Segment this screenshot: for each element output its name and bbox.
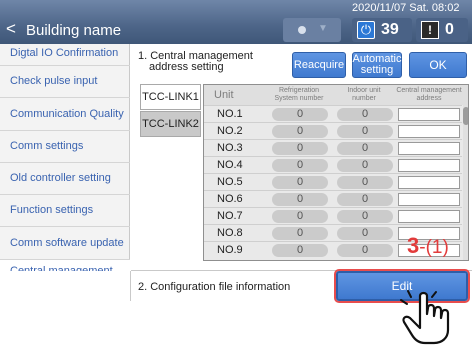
alarm-status[interactable]: ! 0 xyxy=(416,18,468,42)
refrigeration-value: 0 xyxy=(272,125,328,138)
table-row: NO.7 0 0 xyxy=(204,207,462,224)
table-row: NO.2 0 0 xyxy=(204,122,462,139)
step-annotation: 3-(1) xyxy=(407,233,449,259)
col-central-address: Central management address xyxy=(396,87,462,103)
sidebar-item-comm-quality[interactable]: Communication Quality xyxy=(0,98,130,131)
col-unit: Unit xyxy=(214,89,234,101)
sidebar-item-digital-io[interactable]: Digtal IO Confirmation xyxy=(0,42,130,66)
toggle-dot-icon xyxy=(298,26,306,34)
refrigeration-value: 0 xyxy=(272,176,328,189)
table-scrollbar[interactable] xyxy=(463,105,468,260)
step-number: 3 xyxy=(407,233,420,258)
building-name: Building name xyxy=(26,22,122,39)
chevron-down-icon: ▼ xyxy=(318,23,328,34)
refrigeration-value: 0 xyxy=(272,108,328,121)
row-unit-label: NO.2 xyxy=(217,125,243,137)
row-unit-label: NO.6 xyxy=(217,193,243,205)
col-refrigeration-line2: System number xyxy=(274,95,324,102)
reacquire-button[interactable]: Reacquire xyxy=(292,52,346,78)
col-refrigeration-line1: Refrigeration xyxy=(278,87,320,94)
tab-tcc-link2[interactable]: TCC-LINK2 xyxy=(140,111,201,137)
col-refrigeration: Refrigeration System number xyxy=(270,87,328,103)
power-count: 39 xyxy=(381,21,399,38)
section2-row: 2. Configuration file information xyxy=(131,271,336,301)
indoor-unit-value: 0 xyxy=(337,142,393,155)
section-title: 1. Central management address setting xyxy=(138,51,253,73)
indoor-unit-value: 0 xyxy=(337,210,393,223)
table-row: NO.6 0 0 xyxy=(204,190,462,207)
indoor-unit-value: 0 xyxy=(337,125,393,138)
sidebar-item-old-controller[interactable]: Old controller setting xyxy=(0,163,130,195)
row-unit-label: NO.4 xyxy=(217,159,243,171)
refrigeration-value: 0 xyxy=(272,227,328,240)
refrigeration-value: 0 xyxy=(272,244,328,257)
automatic-line2: setting xyxy=(360,64,394,76)
back-chevron-icon[interactable]: < xyxy=(6,19,16,39)
power-status[interactable]: ⏻ 39 xyxy=(352,18,412,42)
address-input[interactable] xyxy=(398,125,460,138)
col-central-line1: Central management xyxy=(396,87,462,94)
table-row: NO.4 0 0 xyxy=(204,156,462,173)
sidebar-item-comm-settings[interactable]: Comm settings xyxy=(0,131,130,163)
row-unit-label: NO.8 xyxy=(217,227,243,239)
indoor-unit-value: 0 xyxy=(337,108,393,121)
refrigeration-value: 0 xyxy=(272,210,328,223)
address-input[interactable] xyxy=(398,159,460,172)
refrigeration-value: 0 xyxy=(272,193,328,206)
indoor-unit-value: 0 xyxy=(337,244,393,257)
screen: < Building name 2020/11/07 Sat. 08:02 ▼ … xyxy=(0,0,472,280)
address-input[interactable] xyxy=(398,176,460,189)
refrigeration-value: 0 xyxy=(272,159,328,172)
address-input[interactable] xyxy=(398,193,460,206)
automatic-setting-button[interactable]: Automatic setting xyxy=(352,52,402,78)
indoor-unit-value: 0 xyxy=(337,227,393,240)
table-row: NO.3 0 0 xyxy=(204,139,462,156)
top-bar: < Building name 2020/11/07 Sat. 08:02 ▼ … xyxy=(0,0,472,44)
row-unit-label: NO.9 xyxy=(217,244,243,256)
table-row: NO.1 0 0 xyxy=(204,105,462,122)
alarm-count: 0 xyxy=(445,21,454,38)
sidebar: Digtal IO Confirmation Check pulse input… xyxy=(0,44,130,280)
indoor-unit-value: 0 xyxy=(337,193,393,206)
tab-tcc-link1[interactable]: TCC-LINK1 xyxy=(140,84,201,110)
table-row: NO.5 0 0 xyxy=(204,173,462,190)
indoor-unit-value: 0 xyxy=(337,159,393,172)
refrigeration-value: 0 xyxy=(272,142,328,155)
section2-title: 2. Configuration file information xyxy=(138,281,291,293)
pointing-hand-icon xyxy=(400,290,450,345)
address-input[interactable] xyxy=(398,142,460,155)
row-unit-label: NO.3 xyxy=(217,142,243,154)
col-indoor-unit: Indoor unit number xyxy=(336,87,392,103)
indoor-unit-value: 0 xyxy=(337,176,393,189)
step-sub: -(1) xyxy=(419,237,449,258)
datetime: 2020/11/07 Sat. 08:02 xyxy=(352,2,460,14)
row-unit-label: NO.1 xyxy=(217,108,243,120)
sidebar-item-check-pulse[interactable]: Check pulse input xyxy=(0,66,130,98)
row-unit-label: NO.5 xyxy=(217,176,243,188)
mode-toggle[interactable]: ▼ xyxy=(283,18,341,42)
col-central-line2: address xyxy=(416,95,442,102)
warning-icon: ! xyxy=(421,21,439,39)
address-input[interactable] xyxy=(398,108,460,121)
ok-button[interactable]: OK xyxy=(409,52,467,78)
sidebar-item-comm-software[interactable]: Comm software update xyxy=(0,227,130,260)
scroll-thumb[interactable] xyxy=(463,107,468,125)
sidebar-continuation xyxy=(0,271,131,301)
row-unit-label: NO.7 xyxy=(217,210,243,222)
power-icon: ⏻ xyxy=(357,21,375,39)
address-input[interactable] xyxy=(398,210,460,223)
col-indoor-line2: number xyxy=(352,95,376,102)
table-header: Unit Refrigeration System number Indoor … xyxy=(204,85,468,105)
sidebar-item-function-settings[interactable]: Function settings xyxy=(0,195,130,227)
section-title-line2: address setting xyxy=(149,61,224,73)
col-indoor-line1: Indoor unit xyxy=(347,87,381,94)
